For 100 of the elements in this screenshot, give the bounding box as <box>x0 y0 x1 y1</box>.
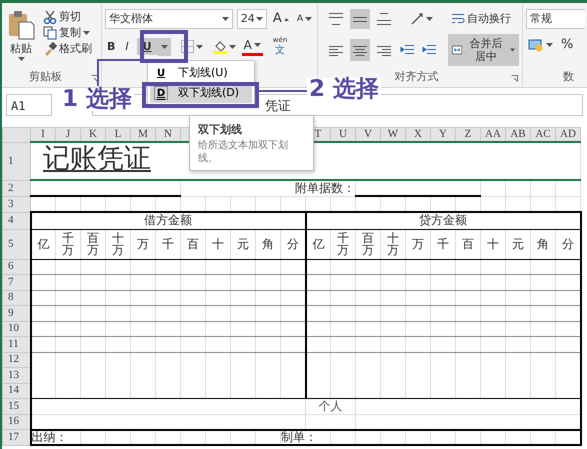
sheet-title: 记账凭证 <box>42 143 151 173</box>
row-header[interactable]: 7 <box>2 274 30 290</box>
italic-button[interactable]: I <box>123 38 131 54</box>
table-cell: 亿 <box>30 229 56 259</box>
table-cell: 元 <box>230 229 256 259</box>
caret-icon <box>256 17 263 21</box>
row-header[interactable]: 13 <box>2 368 30 383</box>
center-align-icon <box>353 43 367 58</box>
group-label: 对齐方式 <box>394 68 440 84</box>
row-header[interactable]: 14 <box>2 383 30 398</box>
table-cell: 角 <box>530 229 556 259</box>
number-format-field[interactable]: 常规 <box>526 9 585 29</box>
left-align-icon <box>329 43 343 58</box>
row-header[interactable]: 5 <box>2 229 30 259</box>
table-cell: 借方金额 <box>30 212 306 229</box>
row-header[interactable]: 6 <box>2 259 30 274</box>
group-label: 数 <box>562 68 574 84</box>
caret-icon <box>510 48 515 52</box>
caret-icon <box>228 44 236 48</box>
scissors-icon <box>43 10 57 24</box>
table-cell: 千万 <box>56 229 80 259</box>
right-align-icon <box>377 43 391 58</box>
name-box[interactable]: A1 <box>6 94 52 116</box>
fill-color-button[interactable] <box>210 38 238 54</box>
table-cell: 万 <box>406 229 430 259</box>
row-header[interactable]: 16 <box>2 414 30 430</box>
table-cell: 元 <box>506 229 530 259</box>
row-header[interactable]: 11 <box>2 336 30 352</box>
table-cell: 分 <box>556 229 580 259</box>
merge-center-button[interactable]: 合并后居中 <box>448 34 519 66</box>
font-name-field[interactable]: 华文楷体 <box>105 9 233 29</box>
row-header[interactable]: 15 <box>2 398 30 414</box>
tooltip-text: 给所选文本加双下划线。 <box>198 138 289 164</box>
row-header[interactable]: 2 <box>2 180 30 196</box>
center-align-button[interactable] <box>350 39 370 62</box>
table-cell: 十万 <box>106 229 130 259</box>
menu-item[interactable]: U 下划线(U) <box>150 63 252 83</box>
top-align-icon <box>329 12 343 26</box>
row-header[interactable]: 9 <box>2 306 30 321</box>
format-painter-button[interactable]: 格式刷 <box>41 41 94 57</box>
caret-icon <box>160 44 168 48</box>
paste-button[interactable]: 粘贴 <box>5 9 37 62</box>
clipboard-icon <box>7 10 35 40</box>
table-cell: 百 <box>456 229 480 259</box>
caret-icon <box>83 31 90 35</box>
table-cell: 百万 <box>356 229 380 259</box>
caret-icon <box>426 17 433 21</box>
caret-icon <box>546 42 553 47</box>
row-header[interactable]: 12 <box>2 352 30 368</box>
table-cell: 制单： <box>280 430 330 445</box>
table-cell: 十 <box>480 229 506 259</box>
borders-button[interactable] <box>178 39 205 54</box>
shrink-font-button[interactable]: A <box>294 12 314 26</box>
cut-button[interactable]: 剪切 <box>41 9 94 25</box>
wrap-text-icon <box>451 12 465 26</box>
row-header[interactable]: 3 <box>2 196 30 212</box>
wrap-text-button[interactable]: 自动换行 <box>449 11 513 27</box>
copy-button[interactable]: 复制 <box>41 25 94 41</box>
angled-text-icon <box>410 12 424 26</box>
table-cell: 附单据数： <box>180 180 356 196</box>
table-cell: 千万 <box>330 229 356 259</box>
highlight-frame <box>140 30 188 63</box>
currency-button[interactable] <box>526 36 555 53</box>
caret-icon <box>254 42 261 47</box>
table-cell: 百万 <box>80 229 106 259</box>
table-cell: 角 <box>256 229 280 259</box>
dialog-launcher-icon <box>511 75 518 82</box>
leader-line <box>259 90 309 92</box>
table-cell: 亿 <box>306 229 330 259</box>
callout-label: 2 选择 <box>307 78 382 101</box>
brush-icon <box>43 42 57 56</box>
group-label: 剪贴板 <box>28 68 63 84</box>
row-header[interactable]: 8 <box>2 290 30 306</box>
caret-icon <box>18 57 24 62</box>
caret-icon <box>196 44 203 48</box>
bold-button[interactable]: B <box>105 38 118 54</box>
copy-icon <box>43 26 57 40</box>
font-size-field[interactable]: 24 <box>236 9 267 29</box>
table-cell: 十 <box>206 229 230 259</box>
middle-align-button[interactable] <box>350 9 370 29</box>
percent-button[interactable]: % <box>559 36 576 54</box>
table-cell: 万 <box>130 229 156 259</box>
row-header[interactable]: 4 <box>2 212 30 229</box>
tooltip-title: 双下划线 <box>198 122 243 138</box>
row-header[interactable]: 1 <box>2 142 30 180</box>
paint-bucket-icon <box>212 40 227 54</box>
table-cell: 千 <box>156 229 180 259</box>
bottom-align-icon <box>377 12 391 26</box>
table-cell: 十万 <box>380 229 406 259</box>
table-cell: 百 <box>180 229 206 259</box>
underline-dropdown-button[interactable] <box>158 38 171 56</box>
merge-cells-icon <box>452 43 462 58</box>
table-cell: 千 <box>430 229 456 259</box>
row-header[interactable]: 17 <box>2 430 30 445</box>
borders-icon <box>180 40 194 53</box>
grow-font-button[interactable]: A <box>270 10 291 28</box>
row-header[interactable]: 10 <box>2 321 30 336</box>
caret-icon <box>305 16 312 21</box>
table-cell: 贷方金额 <box>306 212 580 229</box>
font-color-button[interactable]: A <box>242 36 263 56</box>
